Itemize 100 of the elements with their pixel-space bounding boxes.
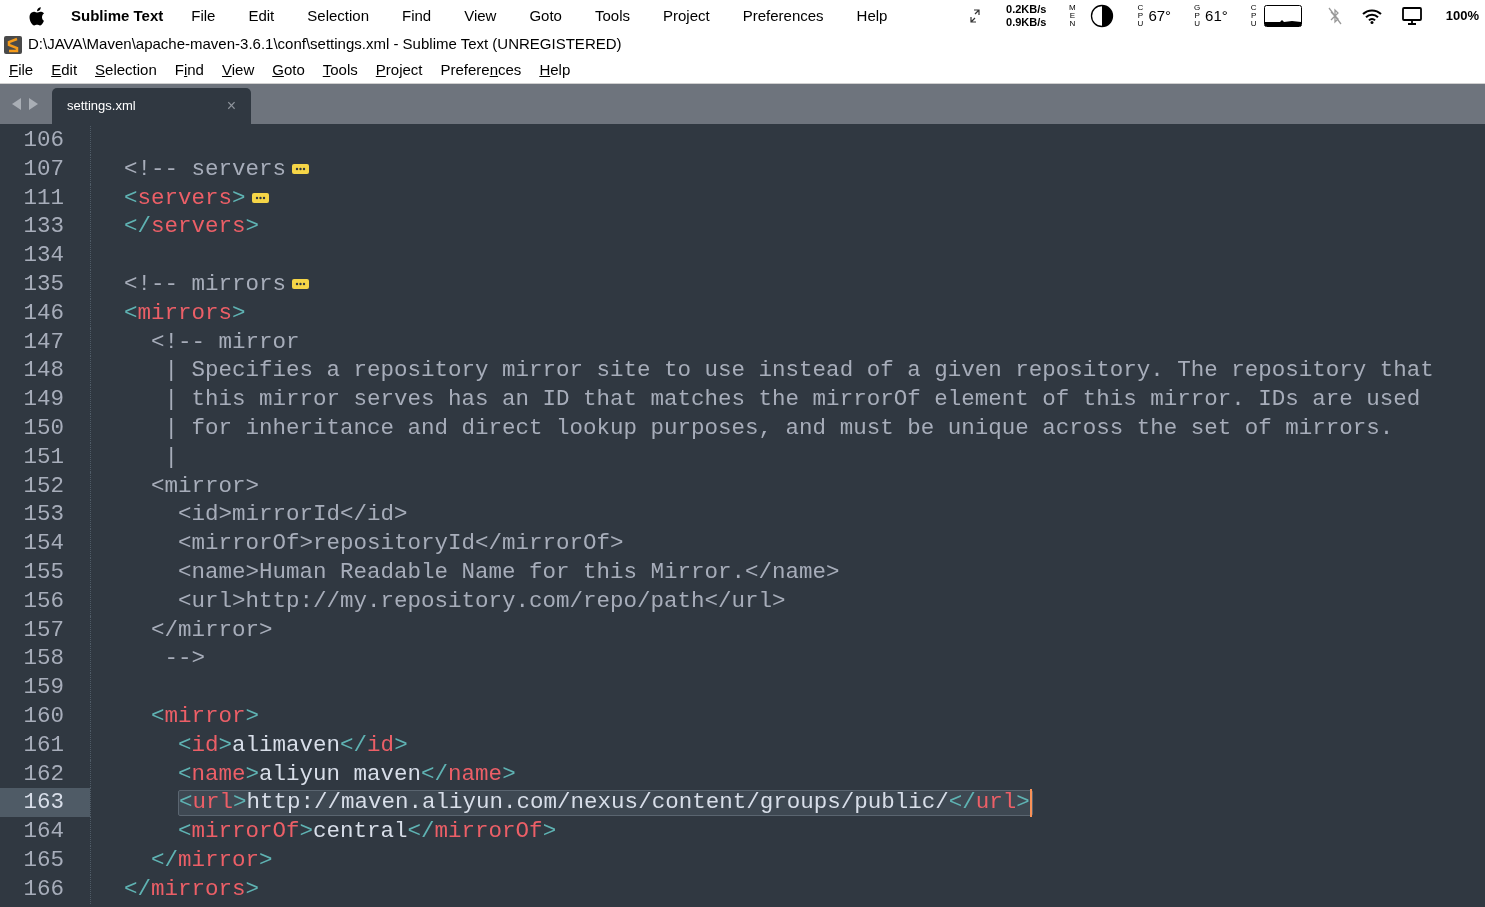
gpu-temperature: 61°	[1205, 5, 1228, 26]
folded-region-icon[interactable]	[292, 164, 310, 175]
menu-item[interactable]: View	[221, 58, 255, 82]
code-token: id	[367, 730, 395, 760]
code-token: |	[164, 442, 179, 472]
line-number: 163	[23, 789, 64, 816]
menu-item[interactable]: Find	[402, 4, 432, 28]
line-number: 154	[23, 530, 64, 557]
apple-logo-icon[interactable]	[28, 6, 45, 26]
code-token: >	[233, 788, 247, 818]
line-number: 156	[23, 587, 64, 614]
cpu-label: CPU	[1136, 4, 1145, 28]
line-number: 135	[23, 271, 64, 297]
line-number: 106	[23, 127, 64, 153]
menu-item[interactable]: Tools	[594, 4, 630, 28]
code-token: <url>http://my.repository.com/repo/path</url>	[178, 586, 786, 616]
line-number: 149	[23, 386, 64, 413]
line-number: 151	[23, 443, 64, 470]
menu-item[interactable]: Find	[174, 58, 204, 82]
code-token: >	[245, 759, 260, 789]
code-token: id	[191, 730, 219, 760]
code-token: </	[421, 759, 449, 789]
line-number: 157	[23, 616, 64, 643]
resize-arrows-icon[interactable]	[970, 9, 980, 23]
line-number: 162	[23, 760, 64, 787]
code-token: | this mirror serves has an ID that matches the mirrorOf element of this mirror. IDs are used	[164, 385, 1421, 414]
tab-label: settings.xml	[67, 97, 136, 116]
cpu-graph-label: CPU	[1249, 4, 1258, 28]
menu-item[interactable]: Preferences	[742, 4, 824, 28]
cpu-usage-graph	[1263, 5, 1302, 27]
display-icon[interactable]	[1401, 7, 1422, 25]
code-token: <mirrorOf>repositoryId</mirrorOf>	[178, 529, 624, 558]
code-token: mirrors	[137, 298, 233, 328]
code-token: <	[178, 817, 192, 846]
code-token: >	[259, 845, 273, 875]
menu-item[interactable]: Edit	[248, 4, 275, 28]
code-token: name	[191, 759, 246, 789]
code-token: mirror	[178, 845, 260, 875]
code-token: >	[245, 874, 260, 904]
wifi-icon[interactable]	[1361, 8, 1382, 24]
close-tab-button[interactable]: ×	[226, 94, 236, 118]
text-cursor	[1029, 788, 1032, 817]
menu-item[interactable]: Tools	[322, 58, 358, 82]
bluetooth-off-icon[interactable]	[1327, 7, 1342, 25]
code-token: <	[151, 701, 165, 731]
contrast-circle-icon[interactable]	[1090, 4, 1115, 28]
menu-item[interactable]: Help	[856, 4, 888, 28]
line-number: 134	[23, 242, 64, 269]
code-token: >	[232, 183, 246, 213]
code-token: >	[232, 298, 246, 328]
code-token: <	[124, 298, 138, 328]
menu-item[interactable]: Goto	[272, 58, 305, 82]
menu-item[interactable]: File	[191, 4, 216, 28]
code-token: url	[975, 788, 1017, 818]
line-number: 166	[23, 875, 64, 902]
menu-item[interactable]: Goto	[529, 4, 562, 28]
code-token: | Specifies a repository mirror site to use instead of a given repository. The repository that	[164, 356, 1434, 386]
folded-region-icon[interactable]	[292, 279, 310, 290]
code-token: >	[542, 817, 557, 846]
menu-item[interactable]: Preferences	[440, 58, 522, 82]
battery-percentage: 100%	[1445, 7, 1479, 26]
code-token: http://maven.aliyun.com/nexus/content/groups/public/	[246, 788, 949, 818]
code-token: <mirror>	[151, 471, 260, 501]
menu-item[interactable]: Selection	[307, 4, 369, 28]
code-token: mirrorOf	[191, 817, 300, 846]
line-number: 165	[23, 846, 64, 873]
code-token: </	[340, 730, 368, 760]
code-token: mirrors	[151, 874, 246, 904]
menu-item[interactable]: Project	[663, 4, 710, 28]
line-number: 158	[23, 645, 64, 672]
code-token: </	[124, 212, 152, 242]
code-token: <	[178, 730, 192, 760]
menu-item[interactable]: Edit	[51, 58, 78, 82]
code-token: <	[124, 183, 138, 213]
gpu-label: GPU	[1193, 4, 1202, 28]
file-tab[interactable]: settings.xml ×	[52, 88, 251, 124]
code-token: </mirror>	[151, 615, 273, 645]
menu-item[interactable]: Selection	[95, 58, 157, 82]
line-number: 160	[23, 702, 64, 729]
network-download-speed: 0.9KB/s	[1006, 16, 1047, 29]
code-token: mirrorOf	[434, 817, 543, 846]
folded-region-icon[interactable]	[251, 193, 269, 203]
menu-item[interactable]: Project	[375, 58, 423, 82]
code-token: </	[407, 817, 435, 846]
menu-item[interactable]: View	[464, 4, 497, 28]
window-title: D:\JAVA\Maven\apache-maven-3.6.1\conf\settings.xml - Sublime Text (UNREGISTERED)	[28, 34, 622, 55]
menu-item[interactable]: File	[9, 58, 34, 82]
line-number: 147	[23, 328, 64, 355]
line-number: 148	[23, 357, 64, 384]
code-token: alimaven	[232, 730, 341, 760]
code-token: <!-- mirrors	[124, 270, 287, 299]
code-token: <	[178, 759, 192, 789]
code-token: <name>Human Readable Name for this Mirror.</name>	[178, 557, 840, 587]
line-number: 133	[23, 213, 64, 240]
code-token: >	[394, 730, 408, 760]
code-token: servers	[137, 183, 233, 213]
menu-item[interactable]: Help	[539, 58, 571, 82]
line-number: 153	[23, 501, 64, 528]
app-menu[interactable]: Sublime Text	[71, 4, 164, 28]
code-token: name	[448, 759, 503, 789]
